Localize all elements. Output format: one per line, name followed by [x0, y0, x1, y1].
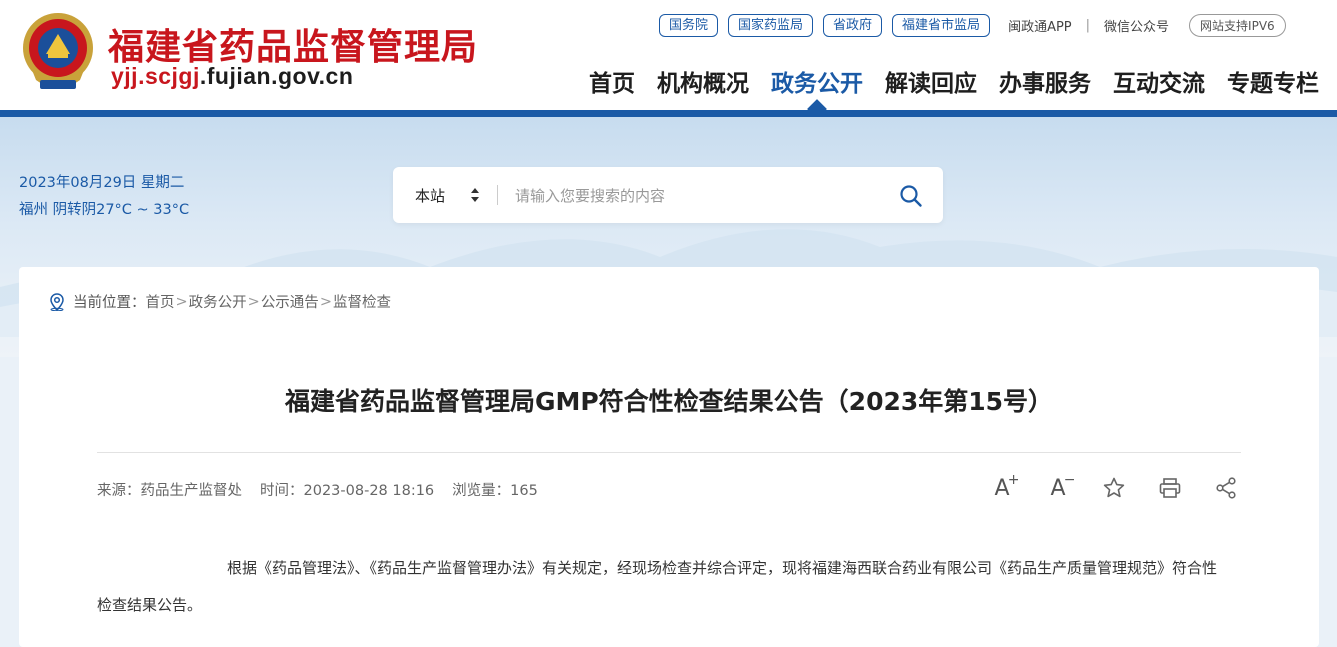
site-url[interactable]: yjj.scjgj.fujian.gov.cn: [111, 63, 353, 90]
font-increase-icon[interactable]: A +: [987, 472, 1019, 501]
date-weather: 2023年08月29日 星期二 福州 阴转阴27°C ~ 33°C: [19, 170, 189, 224]
search-divider: [497, 185, 498, 205]
article-title: 福建省药品监督管理局GMP符合性检查结果公告（2023年第15号）: [284, 387, 1054, 416]
nav-home[interactable]: 首页: [589, 64, 635, 98]
main-nav: 首页 机构概况 政务公开 解读回应 办事服务 互动交流 专题专栏: [589, 64, 1319, 98]
emblem-logo[interactable]: [20, 10, 96, 92]
article-views: 浏览量：165: [452, 483, 538, 499]
location-pin-icon: [50, 292, 64, 311]
link-app[interactable]: 闽政通APP: [1008, 16, 1072, 35]
nav-about[interactable]: 机构概况: [657, 64, 749, 98]
nav-government-affairs[interactable]: 政务公开: [771, 64, 863, 98]
current-date: 2023年08月29日 星期二: [19, 175, 185, 191]
search-scope-select[interactable]: 本站: [415, 185, 445, 206]
search-bar: 本站: [393, 167, 943, 223]
header-divider-bar: [0, 110, 1337, 117]
link-nmpa[interactable]: 国家药监局: [728, 14, 814, 37]
breadcrumb-label: 当前位置：: [73, 295, 146, 311]
share-icon[interactable]: [1211, 475, 1241, 501]
title-divider: [97, 452, 1241, 453]
breadcrumb-separator: >: [319, 293, 332, 310]
breadcrumb-inspection[interactable]: 监督检查: [333, 291, 391, 312]
link-market-supervision[interactable]: 福建省市监局: [892, 14, 991, 37]
print-icon[interactable]: [1155, 475, 1185, 501]
link-wechat[interactable]: 微信公众号: [1104, 16, 1169, 35]
weather-info: 福州 阴转阴27°C ~ 33°C: [19, 202, 190, 218]
site-url-part1: yjj.scjgj: [111, 63, 200, 89]
article-tools: A + A −: [987, 472, 1241, 501]
site-url-part2: .fujian.gov.cn: [199, 63, 354, 89]
font-decrease-icon[interactable]: A −: [1043, 472, 1075, 501]
nav-services[interactable]: 办事服务: [999, 64, 1091, 98]
article-time: 时间：2023-08-28 18:16: [260, 483, 435, 499]
ipv6-badge: 网站支持IPV6: [1189, 14, 1286, 37]
search-input[interactable]: [513, 181, 887, 211]
breadcrumb-home[interactable]: 首页: [146, 291, 175, 312]
site-header: 福建省药品监督管理局 yjj.scjgj.fujian.gov.cn 国务院 国…: [0, 0, 1337, 112]
breadcrumb: 当前位置： 首页 > 政务公开 > 公示通告 > 监督检查: [49, 291, 391, 312]
nav-special-topics[interactable]: 专题专栏: [1227, 64, 1319, 98]
nav-interaction[interactable]: 互动交流: [1113, 64, 1205, 98]
link-state-council[interactable]: 国务院: [659, 14, 719, 37]
breadcrumb-separator: >: [175, 293, 188, 310]
link-divider: |: [1085, 18, 1091, 33]
search-icon[interactable]: [899, 184, 923, 208]
article-source: 来源：药品生产监督处: [97, 483, 242, 499]
breadcrumb-government-affairs[interactable]: 政务公开: [189, 291, 247, 312]
article-container: 当前位置： 首页 > 政务公开 > 公示通告 > 监督检查 福建省药品监督管理局…: [19, 267, 1319, 647]
article-meta: 来源：药品生产监督处 时间：2023-08-28 18:16 浏览量：165: [97, 479, 538, 500]
link-provincial-gov[interactable]: 省政府: [823, 14, 883, 37]
sort-arrows-icon[interactable]: [471, 188, 479, 202]
article-paragraph: 根据《药品管理法》、《药品生产监督管理办法》有关规定，经现场检查并综合评定，现将…: [97, 559, 1218, 614]
top-links: 国务院 国家药监局 省政府 福建省市监局 闽政通APP | 微信公众号 网站支持…: [659, 14, 1286, 37]
star-icon[interactable]: [1099, 475, 1129, 501]
breadcrumb-notices[interactable]: 公示通告: [261, 291, 319, 312]
nav-interpretation[interactable]: 解读回应: [885, 64, 977, 98]
breadcrumb-separator: >: [247, 293, 260, 310]
